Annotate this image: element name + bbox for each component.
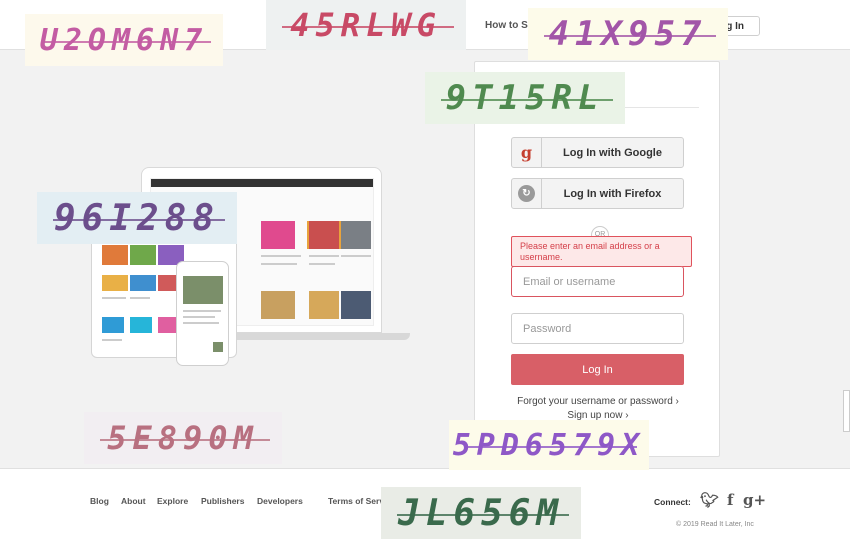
captcha-text: 41X957 (548, 14, 708, 54)
captcha-text: U2OM6N7 (39, 22, 209, 58)
footer-link-about[interactable]: About (121, 496, 146, 506)
text-line (130, 297, 150, 299)
captcha-overlay: 9T15RL (425, 72, 625, 124)
copyright-text: © 2019 Read It Later, Inc (676, 521, 754, 528)
captcha-overlay: 45RLWG (266, 0, 466, 50)
article-thumbnail (102, 245, 128, 265)
article-thumbnail (130, 245, 156, 265)
text-line (309, 255, 339, 257)
text-line (261, 255, 301, 257)
text-line (309, 263, 335, 265)
twitter-icon[interactable]: 🐦︎ (700, 491, 719, 509)
captcha-overlay: JL656M (381, 487, 581, 539)
footer-link-developers[interactable]: Developers (257, 496, 303, 506)
article-thumbnail (309, 291, 339, 319)
captcha-strike (40, 41, 212, 44)
email-field[interactable] (511, 266, 684, 297)
text-line (183, 310, 221, 312)
captcha-overlay: U2OM6N7 (25, 14, 223, 66)
captcha-text: 45RLWG (290, 6, 442, 44)
facebook-icon[interactable]: f (727, 491, 733, 509)
firefox-icon: ↻ (512, 179, 542, 208)
article-thumbnail (130, 275, 156, 291)
article-thumbnail (261, 291, 295, 319)
article-thumbnail (261, 221, 295, 249)
forgot-password-link[interactable]: Forgot your username or password › (475, 396, 721, 407)
firefox-login-label: Log In with Firefox (563, 188, 662, 200)
google-login-button[interactable]: g Log In with Google (511, 137, 684, 168)
validation-error-tooltip: Please enter an email address or a usern… (511, 236, 692, 267)
connect-label: Connect: (654, 497, 691, 507)
captcha-strike (465, 446, 637, 448)
browser-toolbar (151, 179, 373, 187)
footer-link-blog[interactable]: Blog (90, 496, 109, 506)
captcha-overlay: 5PD6579X (449, 420, 649, 470)
password-field[interactable] (511, 313, 684, 344)
captcha-overlay: 41X957 (528, 8, 728, 60)
captcha-strike (441, 99, 613, 102)
article-thumbnail (309, 221, 339, 249)
article-thumbnail (213, 342, 223, 352)
firefox-login-button[interactable]: ↻ Log In with Firefox (511, 178, 684, 209)
captcha-text: 96I288 (53, 197, 221, 239)
text-line (261, 263, 297, 265)
captcha-strike (282, 26, 454, 28)
text-line (102, 297, 126, 299)
login-submit-button[interactable]: Log In (511, 354, 684, 385)
footer-link-publishers[interactable]: Publishers (201, 496, 244, 506)
captcha-strike (99, 439, 271, 442)
captcha-overlay: 96I288 (37, 192, 237, 244)
article-thumbnail (102, 275, 128, 291)
article-thumbnail (341, 221, 371, 249)
text-line (183, 316, 215, 318)
text-line (183, 322, 219, 324)
text-line (102, 339, 122, 341)
article-thumbnail (341, 291, 371, 319)
google-icon: g (512, 138, 542, 167)
captcha-strike (544, 35, 716, 38)
captcha-strike (397, 514, 569, 517)
captcha-strike (53, 219, 225, 222)
captcha-text: 9T15RL (445, 78, 605, 118)
phone-illustration (176, 261, 229, 366)
footer-link-explore[interactable]: Explore (157, 496, 188, 506)
google-plus-icon[interactable]: g+ (743, 491, 766, 509)
text-line (341, 255, 371, 257)
article-thumbnail (130, 317, 152, 333)
captcha-text: JL656M (397, 492, 565, 534)
captcha-overlay: 5E890M (84, 412, 282, 464)
article-thumbnail (183, 276, 223, 304)
scrollbar[interactable] (843, 390, 850, 432)
google-login-label: Log In with Google (563, 147, 662, 159)
captcha-text: 5E890M (107, 419, 259, 457)
captcha-text: 5PD6579X (452, 427, 646, 463)
article-thumbnail (102, 317, 124, 333)
